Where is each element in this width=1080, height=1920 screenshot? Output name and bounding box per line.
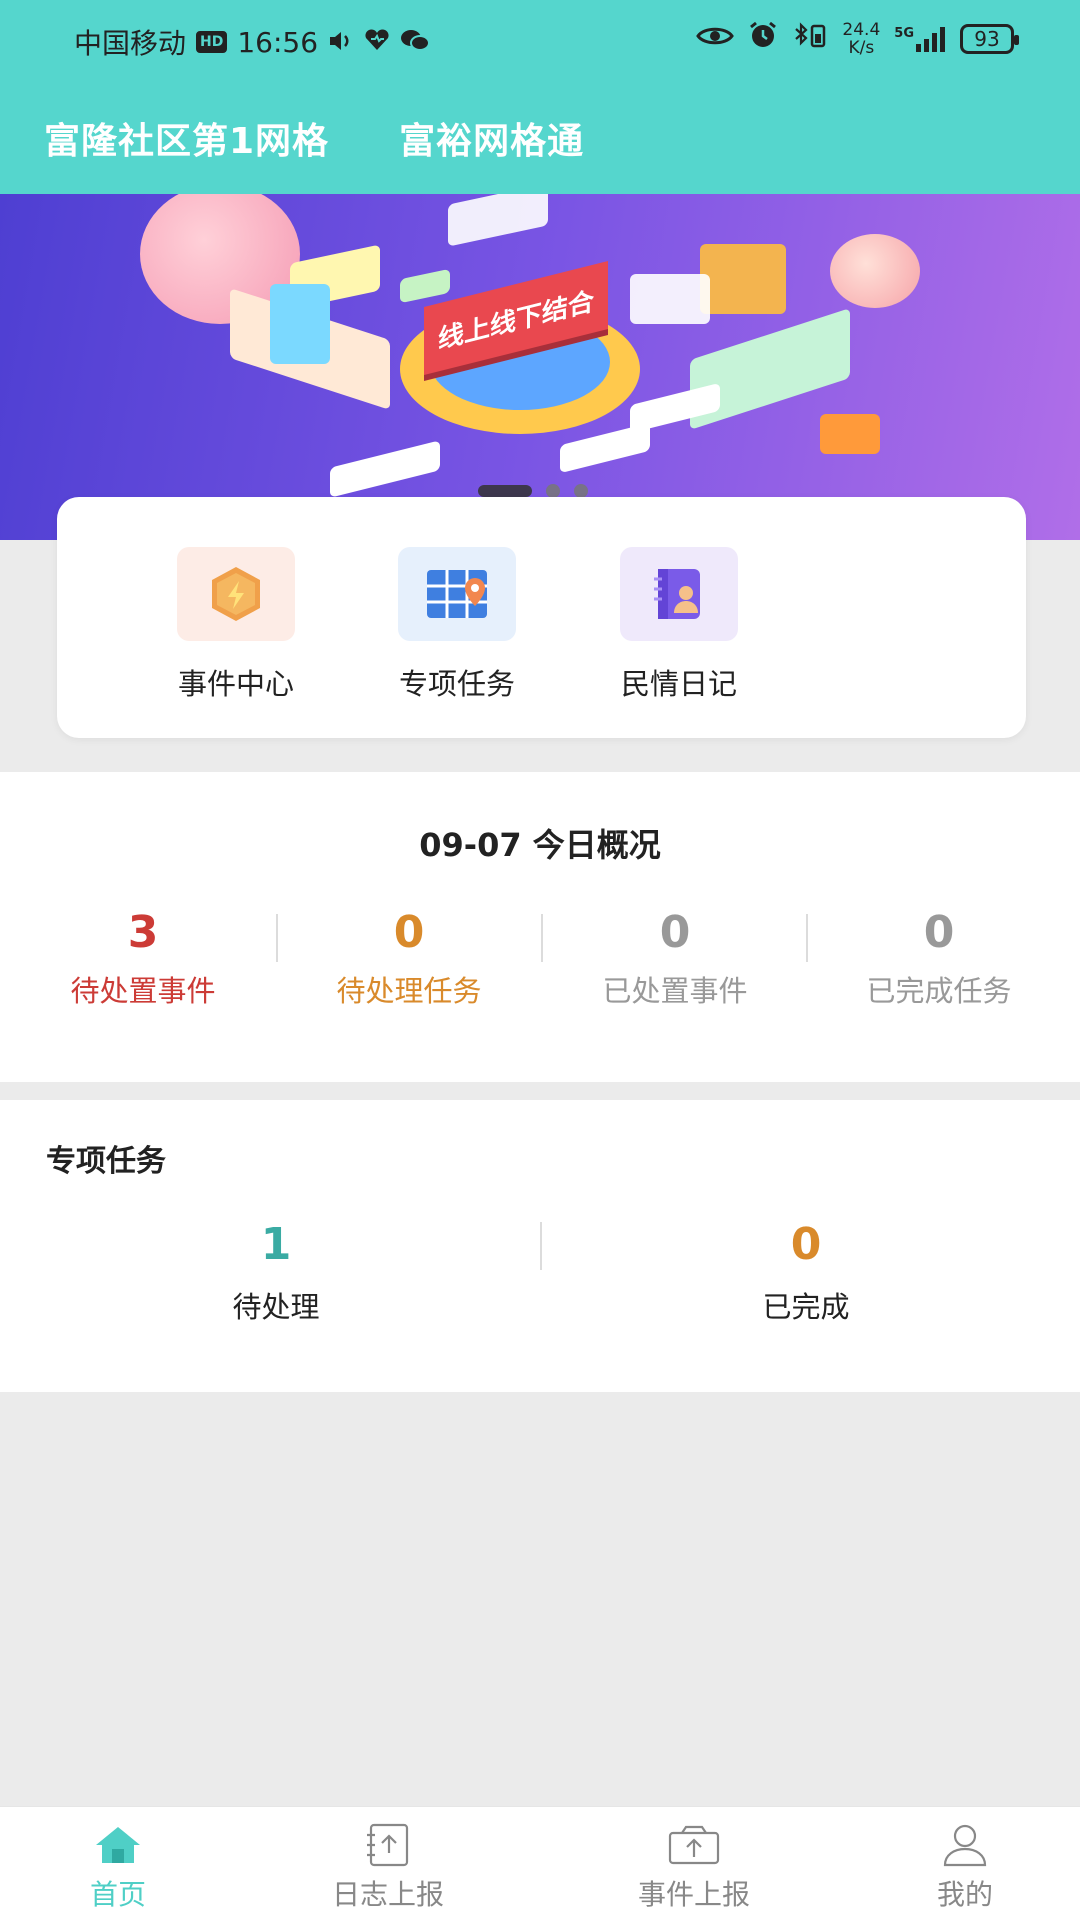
menu-item-special-tasks[interactable]: 专项任务 xyxy=(382,547,532,703)
home-icon xyxy=(88,1821,148,1869)
stat-value: 0 xyxy=(393,907,425,958)
nav-label: 我的 xyxy=(936,1878,993,1911)
stat-completed-tasks[interactable]: 0 已完成任务 xyxy=(806,908,1072,1010)
section-title: 专项任务 xyxy=(46,1144,166,1179)
network-speed: 24.4 K/s xyxy=(842,19,881,58)
banner-carousel[interactable]: 线上线下结合 xyxy=(0,194,1080,540)
event-upload-icon xyxy=(664,1821,724,1869)
stat-label: 待处理 xyxy=(232,1290,320,1324)
banner-decor xyxy=(330,440,440,498)
divider xyxy=(540,1222,542,1270)
banner-decor xyxy=(448,194,548,247)
carousel-indicator xyxy=(478,484,588,498)
status-bar: 中国移动 HD 16:56 24.4 K/s 5G 93 xyxy=(0,0,1080,84)
banner-decor xyxy=(630,382,720,434)
lightning-hexagon-icon xyxy=(177,547,295,641)
stat-label: 已完成任务 xyxy=(866,974,1012,1008)
stat-label: 已完成 xyxy=(762,1290,850,1324)
menu-item-event-center[interactable]: 事件中心 xyxy=(161,547,311,703)
special-pending[interactable]: 1 待处理 xyxy=(126,1220,426,1326)
today-overview: 09-07 今日概况 3 待处置事件 0 待处理任务 0 已处置事件 0 已完成… xyxy=(0,772,1080,1082)
wechat-icon xyxy=(400,26,431,59)
quick-menu-card: 事件中心 专项任务 民情日记 xyxy=(57,497,1026,738)
user-icon xyxy=(935,1821,995,1869)
menu-label: 民情日记 xyxy=(620,667,737,701)
banner-decor xyxy=(270,284,330,364)
nav-home[interactable]: 首页 xyxy=(28,1821,208,1913)
overview-title: 09-07 今日概况 xyxy=(419,826,661,864)
carousel-dot[interactable] xyxy=(574,484,588,498)
special-completed[interactable]: 0 已完成 xyxy=(656,1220,956,1326)
clock: 16:56 xyxy=(237,25,319,59)
signal-type-label: 5G xyxy=(894,25,914,41)
banner-decor xyxy=(820,414,880,454)
carousel-dot[interactable] xyxy=(478,485,532,497)
heart-shield-icon xyxy=(364,26,390,59)
volume-icon xyxy=(328,26,354,59)
banner-decor xyxy=(700,244,786,314)
stat-handled-events[interactable]: 0 已处置事件 xyxy=(542,908,808,1010)
diary-people-icon xyxy=(620,547,738,641)
special-tasks-section: 专项任务 1 待处理 0 已完成 xyxy=(0,1100,1080,1392)
stat-value: 0 xyxy=(923,907,955,958)
stat-pending-tasks[interactable]: 0 待处理任务 xyxy=(276,908,542,1010)
map-grid-pin-icon xyxy=(398,547,516,641)
carrier-name: 中国移动 xyxy=(74,27,187,60)
stat-label: 待处置事件 xyxy=(70,974,216,1008)
nav-log-report[interactable]: 日志上报 xyxy=(298,1821,478,1913)
bottom-nav: 首页 日志上报 事件上报 我的 xyxy=(0,1806,1080,1920)
banner-decor xyxy=(830,234,920,308)
stat-label: 已处置事件 xyxy=(602,974,748,1008)
stat-value: 3 xyxy=(127,907,159,958)
bluetooth-battery-icon xyxy=(792,20,828,57)
stat-value: 0 xyxy=(790,1219,822,1270)
hd-badge: HD xyxy=(196,31,228,53)
stat-value: 1 xyxy=(260,1219,292,1270)
menu-label: 专项任务 xyxy=(398,667,515,701)
alarm-clock-icon xyxy=(748,20,778,57)
nav-label: 首页 xyxy=(89,1878,146,1911)
nav-profile[interactable]: 我的 xyxy=(875,1821,1055,1913)
carousel-dot[interactable] xyxy=(546,484,560,498)
nav-label: 日志上报 xyxy=(331,1878,444,1911)
stat-label: 待处理任务 xyxy=(336,974,482,1008)
cellular-signal-icon: 5G xyxy=(894,26,946,52)
eye-icon xyxy=(696,22,735,55)
app-header: 中国移动 HD 16:56 24.4 K/s 5G 93 富隆社区第1网格 富裕… xyxy=(0,0,1080,194)
nav-event-report[interactable]: 事件上报 xyxy=(604,1821,784,1913)
app-title: 富裕网格通 xyxy=(399,121,585,162)
log-upload-icon xyxy=(358,1821,418,1869)
nav-label: 事件上报 xyxy=(637,1878,750,1911)
stat-value: 0 xyxy=(659,907,691,958)
battery-indicator: 93 xyxy=(960,23,1019,54)
menu-label: 事件中心 xyxy=(177,667,294,701)
menu-item-people-diary[interactable]: 民情日记 xyxy=(604,547,754,703)
banner-decor xyxy=(630,274,710,324)
stat-pending-events[interactable]: 3 待处置事件 xyxy=(10,908,276,1010)
home-page: 中国移动 HD 16:56 24.4 K/s 5G 93 富隆社区第1网格 富裕… xyxy=(0,0,1080,1920)
banner-decor xyxy=(400,268,450,304)
grid-name[interactable]: 富隆社区第1网格 xyxy=(44,112,329,164)
